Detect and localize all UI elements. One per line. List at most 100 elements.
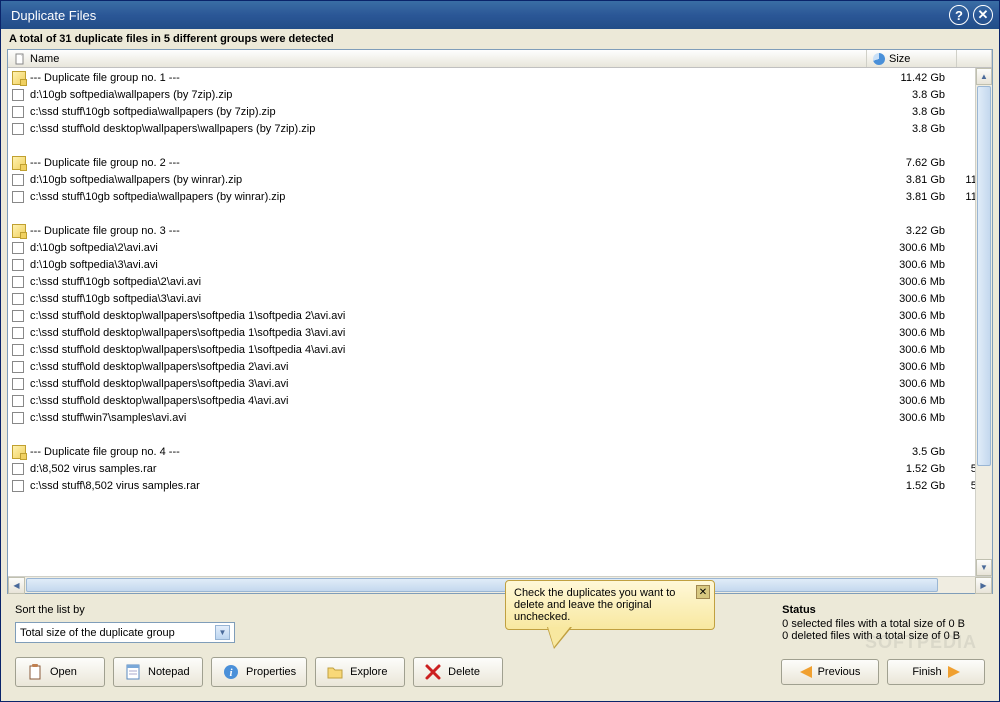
- row-size: 300.6 Mb: [863, 293, 953, 305]
- row-size: 7.62 Gb: [863, 157, 953, 169]
- scroll-up-button[interactable]: ▲: [976, 68, 992, 85]
- document-icon: [14, 53, 26, 65]
- file-checkbox[interactable]: [12, 259, 24, 271]
- table-row[interactable]: d:\10gb softpedia\wallpapers (by winrar)…: [8, 171, 992, 188]
- explore-button[interactable]: Explore: [315, 657, 405, 687]
- file-checkbox[interactable]: [12, 480, 24, 492]
- row-size: 300.6 Mb: [863, 259, 953, 271]
- column-size-label: Size: [889, 53, 910, 65]
- row-name: c:\ssd stuff\old desktop\wallpapers\soft…: [30, 310, 863, 322]
- table-row[interactable]: d:\8,502 virus samples.rar1.52 Gb5/2: [8, 460, 992, 477]
- open-button[interactable]: Open: [15, 657, 105, 687]
- file-checkbox[interactable]: [12, 106, 24, 118]
- window-title: Duplicate Files: [7, 8, 949, 23]
- sort-dropdown[interactable]: Total size of the duplicate group ▼: [15, 622, 235, 643]
- previous-button[interactable]: Previous: [781, 659, 879, 685]
- table-row[interactable]: c:\ssd stuff\old desktop\wallpapers\soft…: [8, 375, 992, 392]
- row-name: d:\10gb softpedia\2\avi.avi: [30, 242, 863, 254]
- row-size: 1.52 Gb: [863, 480, 953, 492]
- file-checkbox[interactable]: [12, 361, 24, 373]
- row-name: --- Duplicate file group no. 1 ---: [30, 72, 863, 84]
- file-checkbox[interactable]: [12, 174, 24, 186]
- close-button[interactable]: ✕: [973, 5, 993, 25]
- file-list: Name Size --- Duplicate file group no. 1…: [7, 49, 993, 594]
- table-row[interactable]: c:\ssd stuff\10gb softpedia\wallpapers (…: [8, 103, 992, 120]
- vertical-scrollbar[interactable]: ▲ ▼: [975, 68, 992, 576]
- row-size: 11.42 Gb: [863, 72, 953, 84]
- content-area: Name Size --- Duplicate file group no. 1…: [1, 49, 999, 701]
- sort-label: Sort the list by: [15, 604, 235, 616]
- table-row[interactable]: --- Duplicate file group no. 3 ---3.22 G…: [8, 222, 992, 239]
- previous-label: Previous: [818, 666, 861, 678]
- table-row[interactable]: d:\10gb softpedia\3\avi.avi300.6 Mb: [8, 256, 992, 273]
- open-label: Open: [50, 666, 77, 678]
- status-group: Status 0 selected files with a total siz…: [782, 604, 965, 642]
- table-row[interactable]: c:\ssd stuff\8,502 virus samples.rar1.52…: [8, 477, 992, 494]
- folder-icon: [326, 663, 344, 681]
- scroll-down-button[interactable]: ▼: [976, 559, 992, 576]
- table-row[interactable]: c:\ssd stuff\old desktop\wallpapers\soft…: [8, 307, 992, 324]
- row-name: c:\ssd stuff\10gb softpedia\wallpapers (…: [30, 106, 863, 118]
- scroll-left-button[interactable]: ◀: [8, 577, 25, 594]
- row-size: 300.6 Mb: [863, 344, 953, 356]
- properties-button[interactable]: i Properties: [211, 657, 307, 687]
- table-row[interactable]: c:\ssd stuff\old desktop\wallpapers\soft…: [8, 358, 992, 375]
- file-checkbox[interactable]: [12, 412, 24, 424]
- table-row[interactable]: --- Duplicate file group no. 4 ---3.5 Gb: [8, 443, 992, 460]
- row-size: 300.6 Mb: [863, 327, 953, 339]
- file-checkbox[interactable]: [12, 463, 24, 475]
- bottom-controls: Check the duplicates you want to delete …: [7, 594, 993, 695]
- delete-button[interactable]: Delete: [413, 657, 503, 687]
- file-checkbox[interactable]: [12, 123, 24, 135]
- horizontal-scrollbar[interactable]: ◀ ▶: [8, 576, 992, 593]
- list-header: Name Size: [8, 50, 992, 68]
- row-size: 3.81 Gb: [863, 174, 953, 186]
- scroll-thumb-horizontal[interactable]: [26, 578, 938, 592]
- table-row[interactable]: c:\ssd stuff\10gb softpedia\wallpapers (…: [8, 188, 992, 205]
- scroll-right-button[interactable]: ▶: [975, 577, 992, 594]
- status-title: Status: [782, 604, 965, 616]
- finish-button[interactable]: Finish: [887, 659, 985, 685]
- tooltip-close-button[interactable]: ✕: [696, 585, 710, 599]
- table-row[interactable]: c:\ssd stuff\old desktop\wallpapers\wall…: [8, 120, 992, 137]
- table-row[interactable]: d:\10gb softpedia\wallpapers (by 7zip).z…: [8, 86, 992, 103]
- column-header-extra[interactable]: [957, 50, 992, 67]
- info-icon: i: [222, 663, 240, 681]
- file-checkbox[interactable]: [12, 242, 24, 254]
- row-name: c:\ssd stuff\win7\samples\avi.avi: [30, 412, 863, 424]
- table-row[interactable]: c:\ssd stuff\10gb softpedia\3\avi.avi300…: [8, 290, 992, 307]
- file-checkbox[interactable]: [12, 89, 24, 101]
- notepad-button[interactable]: Notepad: [113, 657, 203, 687]
- group-icon: [12, 156, 26, 170]
- column-header-size[interactable]: Size: [867, 50, 957, 67]
- column-header-name[interactable]: Name: [8, 50, 867, 67]
- file-checkbox[interactable]: [12, 293, 24, 305]
- file-checkbox[interactable]: [12, 310, 24, 322]
- duplicate-files-window: Duplicate Files ? ✕ A total of 31 duplic…: [0, 0, 1000, 702]
- row-name: c:\ssd stuff\old desktop\wallpapers\wall…: [30, 123, 863, 135]
- row-size: 3.8 Gb: [863, 106, 953, 118]
- table-row[interactable]: --- Duplicate file group no. 2 ---7.62 G…: [8, 154, 992, 171]
- help-button[interactable]: ?: [949, 5, 969, 25]
- file-checkbox[interactable]: [12, 191, 24, 203]
- table-row[interactable]: d:\10gb softpedia\2\avi.avi300.6 Mb: [8, 239, 992, 256]
- table-row[interactable]: c:\ssd stuff\old desktop\wallpapers\soft…: [8, 341, 992, 358]
- file-checkbox[interactable]: [12, 395, 24, 407]
- titlebar: Duplicate Files ? ✕: [1, 1, 999, 29]
- row-size: 3.8 Gb: [863, 123, 953, 135]
- file-checkbox[interactable]: [12, 344, 24, 356]
- hint-tooltip: Check the duplicates you want to delete …: [505, 580, 715, 630]
- file-checkbox[interactable]: [12, 276, 24, 288]
- table-row[interactable]: c:\ssd stuff\10gb softpedia\2\avi.avi300…: [8, 273, 992, 290]
- file-checkbox[interactable]: [12, 378, 24, 390]
- row-name: --- Duplicate file group no. 3 ---: [30, 225, 863, 237]
- explore-label: Explore: [350, 666, 387, 678]
- table-row[interactable]: c:\ssd stuff\old desktop\wallpapers\soft…: [8, 392, 992, 409]
- file-checkbox[interactable]: [12, 327, 24, 339]
- scroll-thumb-vertical[interactable]: [977, 86, 991, 466]
- table-row[interactable]: c:\ssd stuff\win7\samples\avi.avi300.6 M…: [8, 409, 992, 426]
- row-name: d:\10gb softpedia\wallpapers (by 7zip).z…: [30, 89, 863, 101]
- row-name: --- Duplicate file group no. 2 ---: [30, 157, 863, 169]
- table-row[interactable]: c:\ssd stuff\old desktop\wallpapers\soft…: [8, 324, 992, 341]
- table-row[interactable]: --- Duplicate file group no. 1 ---11.42 …: [8, 69, 992, 86]
